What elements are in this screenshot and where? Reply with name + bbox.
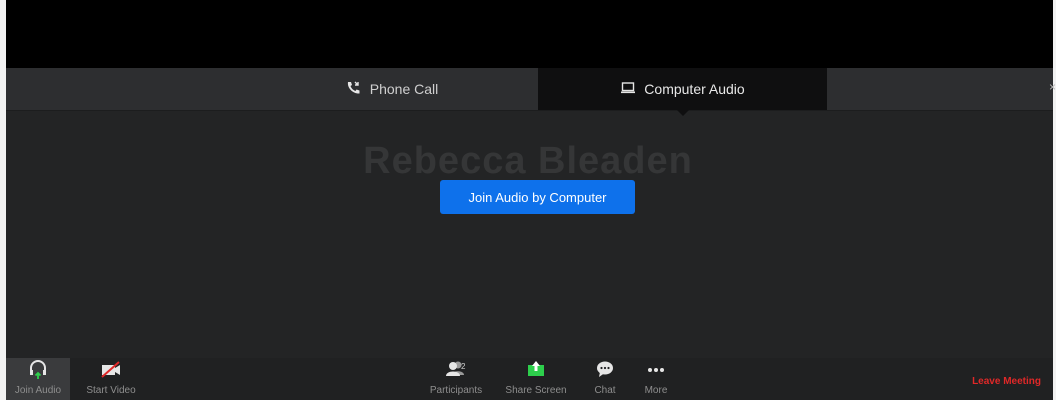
tab-computer-audio[interactable]: Computer Audio — [538, 68, 827, 116]
tab-phone-call[interactable]: Phone Call — [246, 68, 538, 110]
participants-count: 2 — [461, 362, 466, 371]
share-screen-label: Share Screen — [505, 385, 567, 396]
share-screen-button[interactable]: Share Screen — [501, 358, 571, 400]
chat-icon — [594, 358, 616, 383]
laptop-icon — [620, 81, 636, 97]
tab-computer-label: Computer Audio — [644, 81, 745, 97]
participant-name: Rebecca Bleaden — [363, 140, 693, 182]
meeting-toolbar: Join Audio Start Video 2 Participants Sh… — [6, 358, 1053, 400]
audio-tabs-bar: Phone Call Computer Audio — [6, 68, 1053, 116]
more-label: More — [644, 385, 668, 396]
video-off-icon — [99, 358, 123, 383]
tab-phone-label: Phone Call — [369, 81, 439, 97]
share-screen-icon — [525, 358, 547, 383]
video-area-top — [0, 0, 1056, 68]
more-icon — [645, 358, 667, 383]
join-audio-by-computer-button[interactable]: Join Audio by Computer — [440, 180, 635, 214]
phone-icon — [346, 81, 362, 98]
start-video-label: Start Video — [86, 385, 136, 396]
headphones-icon — [27, 358, 49, 383]
leave-meeting-button[interactable]: Leave Meeting — [972, 376, 1041, 387]
participants-label: Participants — [429, 385, 483, 396]
join-audio-button[interactable]: Join Audio — [6, 358, 70, 400]
start-video-button[interactable]: Start Video — [80, 358, 142, 400]
chat-label: Chat — [594, 385, 616, 396]
close-icon[interactable]: × — [1049, 80, 1056, 94]
window-edge-left — [0, 0, 6, 400]
participants-button[interactable]: 2 Participants — [421, 358, 491, 400]
more-button[interactable]: More — [625, 358, 687, 400]
join-audio-label: Join Audio — [14, 385, 62, 396]
